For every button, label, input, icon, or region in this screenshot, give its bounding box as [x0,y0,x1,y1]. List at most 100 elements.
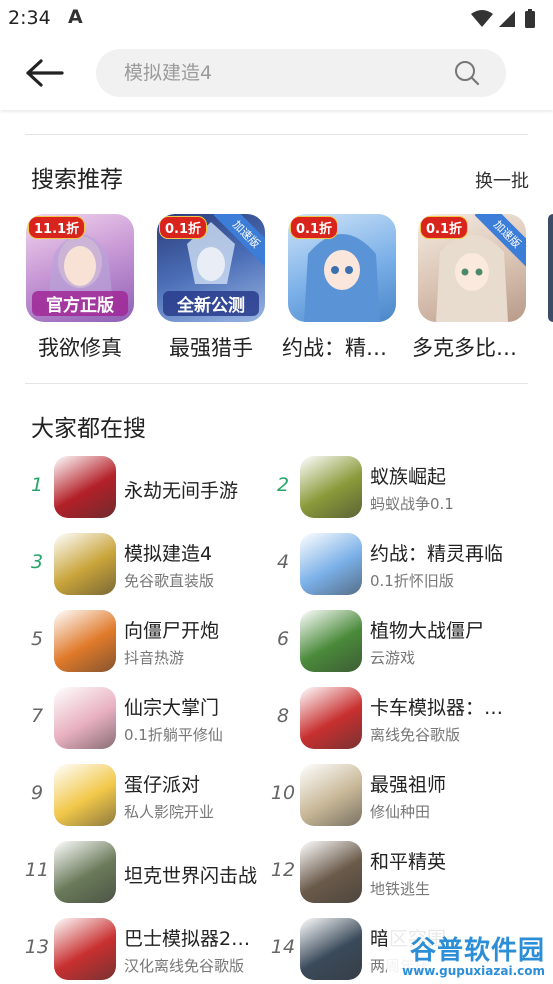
popular-item[interactable]: 2 蚁族崛起蚂蚁战争0.1 [268,456,513,520]
rank-number: 3 [30,551,44,573]
rank-number: 2 [276,474,290,496]
rank-number: 11 [24,859,50,881]
app-name: 植物大战僵尸 [370,620,485,642]
rank-number: 9 [30,782,44,804]
app-subtitle: 汉化离线免谷歌版 [124,957,245,975]
app-name: 向僵尸开炮 [124,620,220,642]
popular-title: 大家都在搜 [31,416,146,442]
popular-item[interactable]: 10 最强祖师修仙种田 [268,764,513,828]
watermark-title: 谷普软件园 [409,936,545,966]
app-icon [54,687,116,749]
app-icon: 0.1折 加速版 [418,214,526,322]
app-name: 坦克世界闪击战 [124,865,258,887]
app-name: 蛋仔派对 [124,774,201,796]
app-icon [300,687,362,749]
app-name: 卡车模拟器：终极版 [370,697,505,719]
app-icon [300,918,362,980]
rank-number: 5 [30,628,44,650]
app-name: 永劫无间手游 [124,480,239,502]
app-subtitle: 离线免谷歌版 [370,726,461,744]
app-subtitle: 云游戏 [370,649,416,667]
app-icon: 0.1折 [288,214,396,322]
refresh-button[interactable]: 换一批 [475,167,529,193]
popular-item[interactable]: 7 仙宗大掌门 0.1折躺平修仙 [22,687,267,751]
watermark-url: www.gupuxiazai.com [402,964,545,978]
rank-number: 4 [276,551,290,573]
app-icon: 0.1折 加速版 全新公测 [157,214,265,322]
app-name: 巴士模拟器2023 [124,928,259,950]
search-input[interactable] [124,49,444,97]
recommend-item[interactable]: 0.1折 加速版 全新公测 最强猎手 [157,214,287,364]
discount-badge: 0.1折 [290,216,339,239]
status-icons [469,9,541,33]
recommend-item[interactable]: 11.1折 官方正版 我欲修真 [26,214,156,364]
divider [25,134,528,135]
rank-number: 1 [30,474,44,496]
app-subtitle: 私人影院开业 [124,803,215,821]
app-name: 模拟建造4 [124,543,213,565]
search-header [0,36,553,110]
app-name: 约战：精灵再临 [370,543,504,565]
rank-number: 14 [270,936,296,958]
app-name: 和平精英 [370,851,447,873]
app-icon [300,764,362,826]
popular-item[interactable]: 5 向僵尸开炮抖音热游 [22,610,267,674]
app-name: 蚁族崛起 [370,466,447,488]
app-icon [54,764,116,826]
app-icon [54,610,116,672]
promo-banner: 全新公测 [163,291,259,316]
search-icon[interactable] [454,60,480,86]
status-time: 2:34 [8,7,51,29]
app-subtitle: 0.1折躺平修仙 [124,726,223,744]
back-button[interactable] [24,56,66,90]
popular-item[interactable]: 13 巴士模拟器2023 汉化离线免谷歌版 [22,918,267,982]
status-bar: 2:34 A [0,0,553,36]
app-subtitle: 地铁逃生 [370,880,431,898]
watermark: 谷普软件园 www.gupuxiazai.com [387,924,553,984]
official-banner: 官方正版 [32,291,128,316]
app-icon [300,456,362,518]
popular-item[interactable]: 12 和平精英地铁逃生 [268,841,513,905]
recommend-label: 约战：精灵再临 [282,336,402,360]
app-icon [54,533,116,595]
popular-item[interactable]: 1 永劫无间手游 [22,456,267,520]
app-subtitle: 蚂蚁战争0.1 [370,495,454,513]
app-icon-partial [548,214,553,322]
app-icon [54,841,116,903]
app-subtitle: 免谷歌直装版 [124,572,215,590]
discount-badge: 0.1折 [159,216,208,239]
divider [25,383,528,384]
wifi-signal-battery-icon [471,9,535,28]
recommend-label: 我欲修真 [38,336,122,360]
rank-number: 12 [270,859,296,881]
rank-number: 8 [276,705,290,727]
app-subtitle: 0.1折怀旧版 [370,572,454,590]
recommend-item[interactable]: 0.1折 约战：精灵再临 [282,214,418,364]
search-box[interactable] [96,49,506,97]
app-icon [300,610,362,672]
recommend-label: 最强猎手 [169,336,253,360]
app-name: 最强祖师 [370,774,447,796]
recommend-item[interactable]: 0.1折 加速版 多克多比（0.1折） [412,214,548,364]
discount-badge: 11.1折 [28,216,86,239]
popular-item[interactable]: 8 卡车模拟器：终极版离线免谷歌版 [268,687,513,751]
rank-number: 7 [30,705,44,727]
app-subtitle: 抖音热游 [124,649,185,667]
popular-item[interactable]: 11 坦克世界闪击战 [22,841,267,905]
popular-item[interactable]: 3 模拟建造4 免谷歌直装版 [22,533,267,597]
recommend-title: 搜索推荐 [31,167,123,193]
rank-number: 6 [276,628,290,650]
discount-badge: 0.1折 [420,216,469,239]
status-a-icon: A [68,6,83,28]
popular-item[interactable]: 9 蛋仔派对私人影院开业 [22,764,267,828]
app-icon [300,533,362,595]
rank-number: 10 [270,782,296,804]
app-subtitle: 修仙种田 [370,803,431,821]
popular-item[interactable]: 4 约战：精灵再临 0.1折怀旧版 [268,533,513,597]
app-icon [300,841,362,903]
recommend-label: 多克多比（0.1折） [412,336,532,360]
popular-item[interactable]: 6 植物大战僵尸云游戏 [268,610,513,674]
rank-number: 13 [24,936,50,958]
back-arrow-icon [26,59,64,87]
app-name: 仙宗大掌门 [124,697,220,719]
